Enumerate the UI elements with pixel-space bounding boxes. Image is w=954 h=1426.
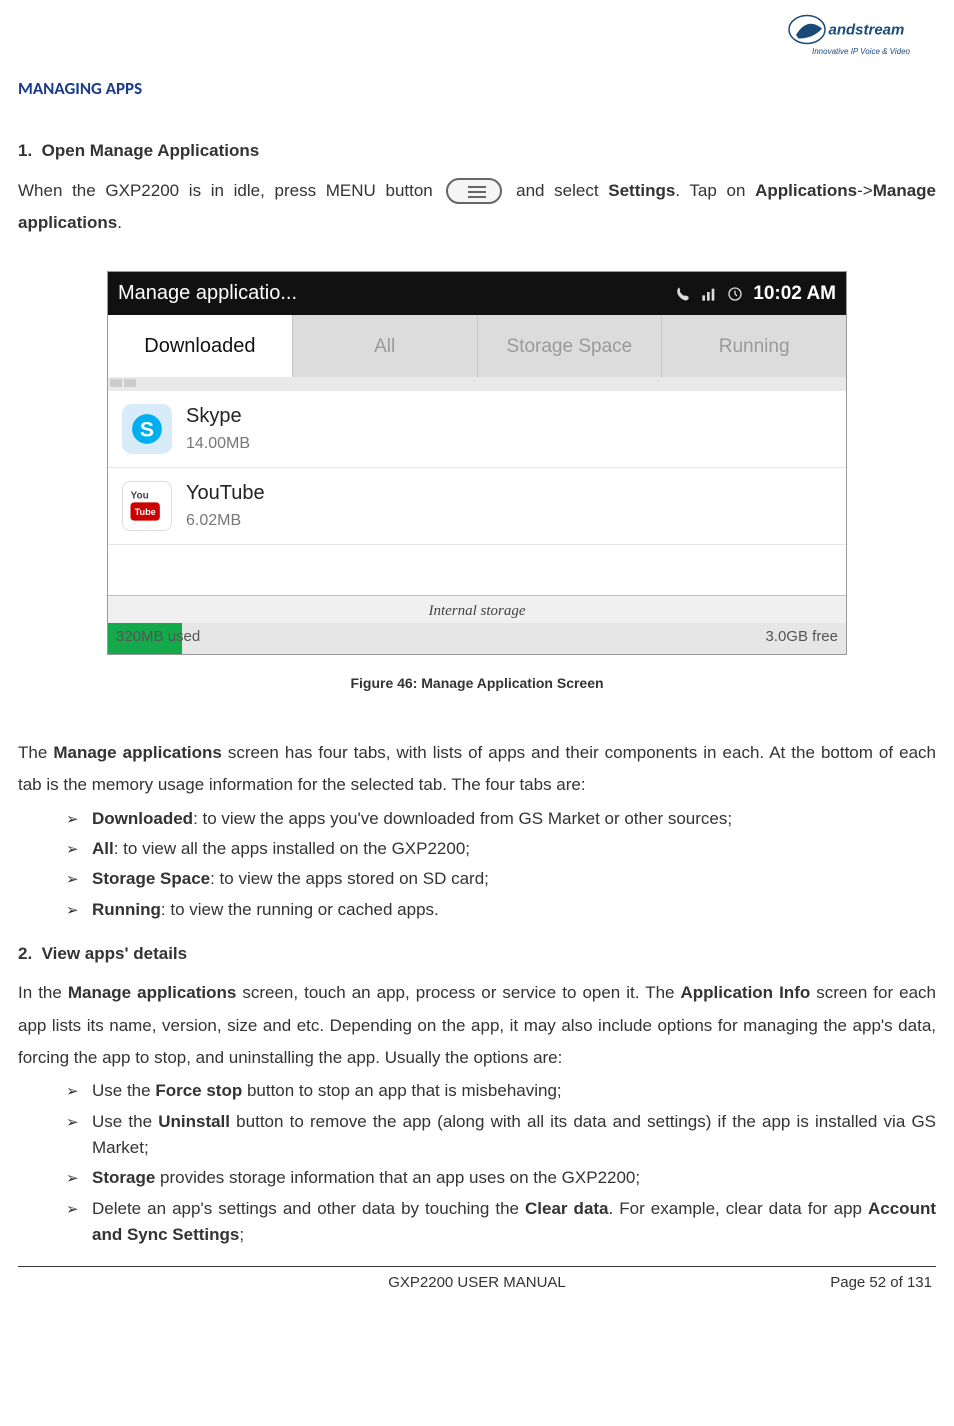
menu-button-icon — [446, 178, 502, 204]
page-footer: GXP2200 USER MANUAL Page 52 of 131 — [18, 1267, 936, 1294]
step-2-paragraph: In the Manage applications screen, touch… — [18, 977, 936, 1074]
app-name-label: YouTube — [186, 478, 265, 509]
brand-logo: andstream Innovative IP Voice & Video — [786, 10, 936, 58]
app-name-label: Skype — [186, 401, 250, 432]
footer-manual-title: GXP2200 USER MANUAL — [325, 1271, 628, 1294]
footer-page-number: Page 52 of 131 — [629, 1271, 932, 1294]
list-item: All: to view all the apps installed on t… — [66, 836, 936, 862]
tabs-bullet-list: Downloaded: to view the apps you've down… — [18, 806, 936, 923]
storage-footer: Internal storage 320MB used 3.0GB free — [108, 595, 846, 655]
status-tray: 10:02 AM — [675, 279, 836, 308]
app-list: S Skype 14.00MB You Tube YouTube — [108, 391, 846, 595]
signal-icon — [701, 286, 717, 302]
list-item: Use the Force stop button to stop an app… — [66, 1078, 936, 1104]
storage-usage-bar: 320MB used 3.0GB free — [108, 623, 846, 654]
list-item[interactable]: You Tube YouTube 6.02MB — [108, 468, 846, 545]
svg-text:Tube: Tube — [135, 507, 156, 517]
embedded-screenshot: Manage applicatio... 10:02 AM Downloaded… — [107, 271, 847, 655]
options-bullet-list: Use the Force stop button to stop an app… — [18, 1078, 936, 1248]
list-item: Storage provides storage information tha… — [66, 1165, 936, 1191]
app-size-label: 14.00MB — [186, 432, 250, 457]
storage-section-label: Internal storage — [108, 600, 846, 623]
phone-icon — [675, 286, 691, 302]
step-1-paragraph: When the GXP2200 is in idle, press MENU … — [18, 175, 936, 240]
svg-text:You: You — [131, 491, 149, 502]
list-item: Running: to view the running or cached a… — [66, 897, 936, 923]
tab-storage-space[interactable]: Storage Space — [478, 315, 663, 377]
list-item: Use the Uninstall button to remove the a… — [66, 1109, 936, 1162]
step-1-heading: 1. Open Manage Applications — [18, 138, 936, 164]
tab-all[interactable]: All — [293, 315, 478, 377]
section-heading: MANAGING APPS — [18, 76, 936, 102]
grandstream-logo-icon: andstream — [786, 10, 936, 50]
header-logo: andstream Innovative IP Voice & Video — [18, 10, 936, 70]
skype-app-icon: S — [122, 404, 172, 454]
phone-status-bar: Manage applicatio... 10:02 AM — [108, 272, 846, 315]
storage-used-label: 320MB used — [116, 625, 200, 648]
figure-caption: Figure 46: Manage Application Screen — [18, 673, 936, 695]
clock-icon — [727, 286, 743, 302]
tab-downloaded[interactable]: Downloaded — [108, 315, 293, 377]
status-time: 10:02 AM — [753, 279, 836, 308]
tab-running[interactable]: Running — [662, 315, 846, 377]
list-item: Storage Space: to view the apps stored o… — [66, 866, 936, 892]
list-item: Delete an app's settings and other data … — [66, 1196, 936, 1249]
app-size-label: 6.02MB — [186, 509, 265, 534]
tab-indicator-strip — [108, 377, 846, 391]
list-item: Downloaded: to view the apps you've down… — [66, 806, 936, 832]
list-item[interactable]: S Skype 14.00MB — [108, 391, 846, 468]
phone-screen: Manage applicatio... 10:02 AM Downloaded… — [107, 271, 847, 655]
storage-free-label: 3.0GB free — [765, 625, 838, 648]
svg-text:andstream: andstream — [829, 22, 905, 39]
app-tabs: Downloaded All Storage Space Running — [108, 315, 846, 377]
logo-tagline: Innovative IP Voice & Video — [812, 46, 910, 58]
step-2-heading: 2. View apps' details — [18, 941, 936, 967]
svg-text:S: S — [140, 418, 154, 442]
tabs-description-paragraph: The Manage applications screen has four … — [18, 737, 936, 802]
screen-title: Manage applicatio... — [118, 278, 297, 309]
youtube-app-icon: You Tube — [122, 481, 172, 531]
